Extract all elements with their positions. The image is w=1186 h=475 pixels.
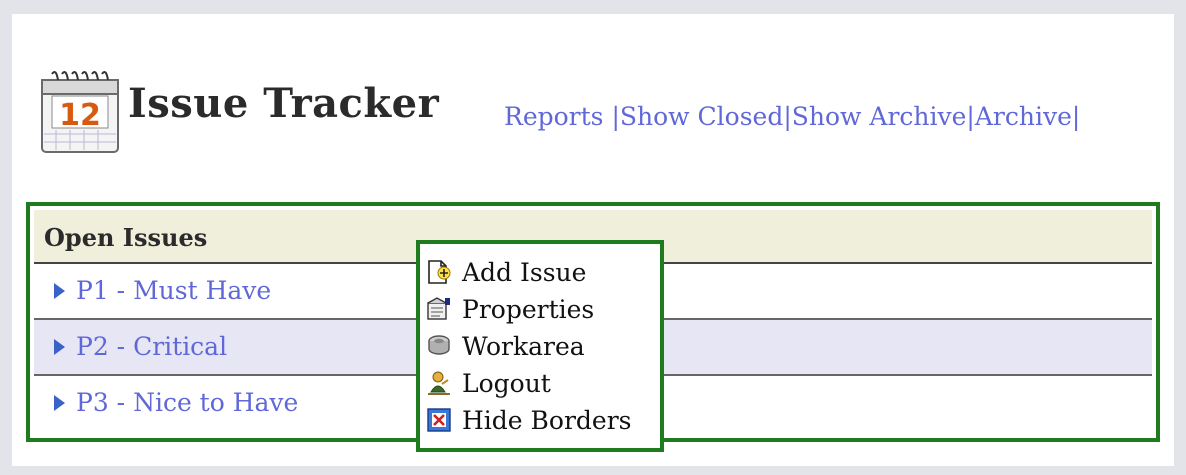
triangle-right-icon [54, 283, 65, 299]
calendar-day: 12 [59, 98, 101, 133]
page: 12 Issue Tracker Reports |Show Closed|Sh… [12, 14, 1174, 466]
nav-show-closed-link[interactable]: Show Closed [620, 102, 783, 131]
menu-item-add-issue[interactable]: Add Issue [426, 254, 656, 290]
priority-link-p2[interactable]: P2 - Critical [76, 332, 227, 361]
hide-borders-icon [427, 408, 451, 432]
logout-icon [428, 371, 450, 395]
menu-item-hide-borders[interactable]: Hide Borders [426, 402, 656, 438]
triangle-right-icon [54, 395, 65, 411]
top-nav: Reports |Show Closed|Show Archive|Archiv… [504, 102, 1080, 131]
triangle-right-icon [54, 339, 65, 355]
context-menu: Add Issue Properties Workarea Logout Hid… [416, 240, 664, 452]
menu-item-label: Add Issue [462, 257, 587, 287]
page-title: Issue Tracker [128, 80, 440, 127]
nav-separator: | [611, 102, 620, 131]
properties-icon [427, 297, 450, 320]
nav-separator: | [966, 102, 975, 131]
menu-item-label: Logout [462, 368, 551, 398]
priority-link-p1[interactable]: P1 - Must Have [76, 276, 271, 305]
add-document-icon [428, 260, 451, 284]
nav-separator: | [1071, 102, 1081, 131]
calendar-icon: 12 [41, 71, 119, 153]
menu-item-logout[interactable]: Logout [426, 365, 656, 401]
nav-separator: | [783, 102, 792, 131]
nav-archive-link[interactable]: Archive [975, 102, 1072, 131]
menu-item-label: Hide Borders [462, 405, 632, 435]
workarea-icon [428, 335, 450, 355]
nav-reports-link[interactable]: Reports [504, 102, 604, 131]
menu-item-workarea[interactable]: Workarea [426, 328, 656, 364]
menu-item-properties[interactable]: Properties [426, 291, 656, 327]
header: 12 [38, 66, 124, 156]
menu-item-label: Properties [462, 294, 595, 324]
priority-link-p3[interactable]: P3 - Nice to Have [76, 388, 298, 417]
nav-show-archive-link[interactable]: Show Archive [792, 102, 967, 131]
menu-item-label: Workarea [462, 331, 585, 361]
panel-heading: Open Issues [44, 223, 208, 252]
